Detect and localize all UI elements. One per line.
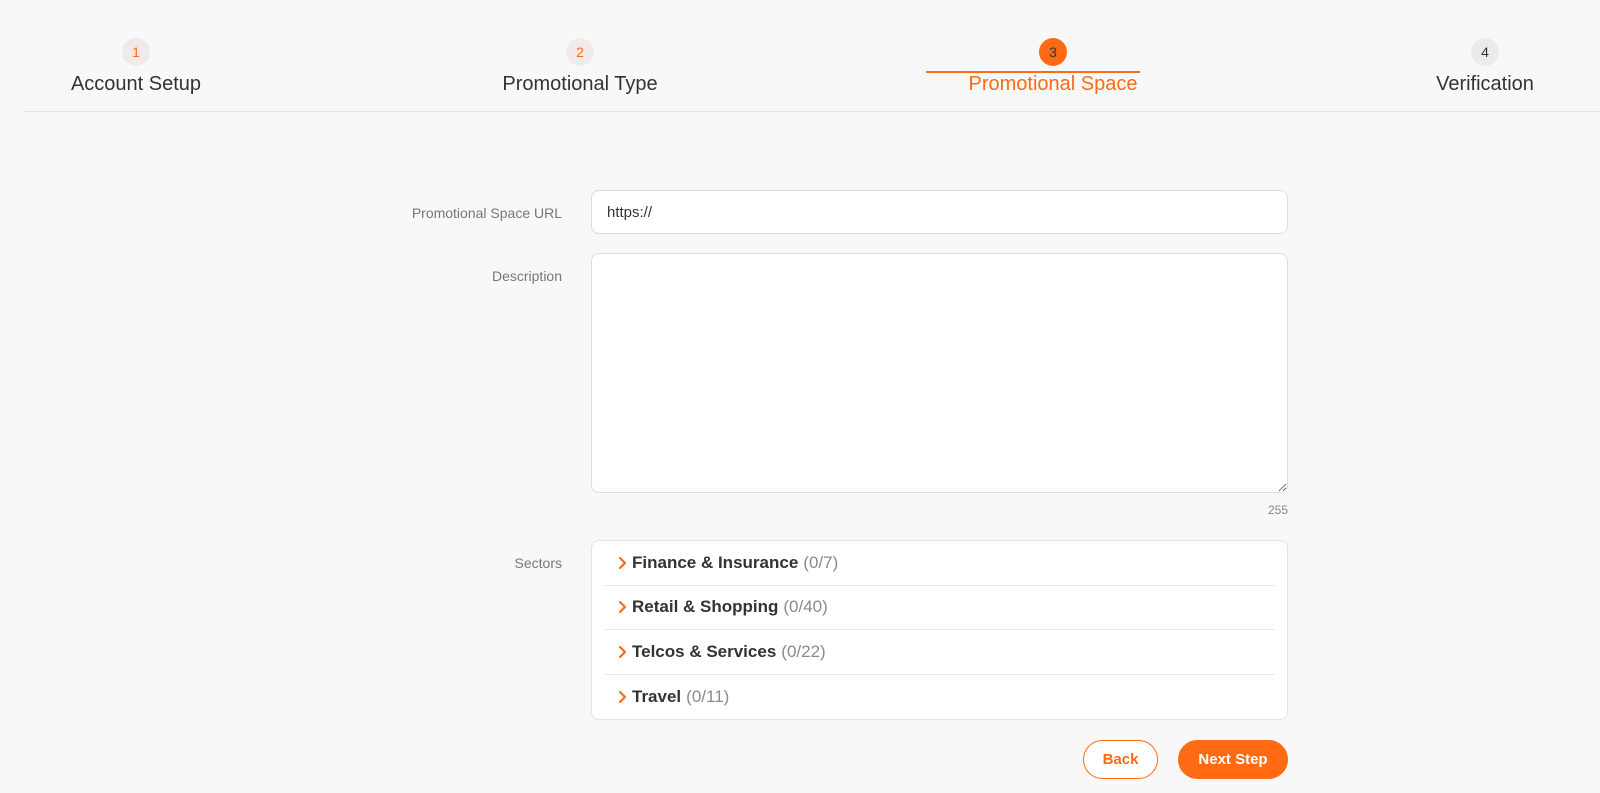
chevron-right-icon: [616, 645, 628, 659]
active-step-underline: [926, 71, 1140, 73]
step-label: Promotional Type: [502, 73, 658, 95]
chevron-right-icon: [616, 690, 628, 704]
chevron-right-icon: [616, 556, 628, 570]
step-account-setup[interactable]: 1 Account Setup: [16, 38, 256, 96]
sector-item-travel[interactable]: Travel (0/11): [604, 675, 1275, 720]
step-promotional-type[interactable]: 2 Promotional Type: [460, 38, 700, 96]
step-number: 1: [122, 38, 150, 66]
description-label: Description: [491, 268, 562, 284]
sector-count: (0/7): [803, 552, 839, 572]
sectors-list: Finance & Insurance (0/7) Retail & Shopp…: [591, 540, 1288, 720]
promotional-space-url-input[interactable]: [591, 190, 1288, 234]
sector-name: Finance & Insurance: [632, 552, 799, 572]
step-number: 4: [1471, 38, 1499, 66]
sector-count: (0/11): [686, 686, 730, 706]
step-promotional-space[interactable]: 3 Promotional Space: [933, 38, 1173, 96]
wizard-stepper: 1 Account Setup 2 Promotional Type 3 Pro…: [24, 0, 1600, 112]
sector-item-retail-shopping[interactable]: Retail & Shopping (0/40): [604, 586, 1275, 630]
sector-name: Travel: [632, 686, 682, 706]
sector-count: (0/22): [781, 641, 826, 661]
step-label: Verification: [1436, 73, 1534, 95]
step-number: 2: [566, 38, 594, 66]
url-label: Promotional Space URL: [411, 205, 562, 221]
sector-name: Retail & Shopping: [632, 597, 779, 617]
step-number: 3: [1039, 38, 1067, 66]
sector-item-telcos-services[interactable]: Telcos & Services (0/22): [604, 630, 1275, 675]
chevron-right-icon: [616, 600, 628, 614]
step-label: Promotional Space: [968, 73, 1138, 95]
description-char-count: 255: [1267, 503, 1288, 517]
sector-item-finance-insurance[interactable]: Finance & Insurance (0/7): [604, 541, 1275, 586]
step-verification[interactable]: 4 Verification: [1365, 38, 1600, 96]
back-button[interactable]: Back: [1083, 740, 1158, 779]
sector-count: (0/40): [783, 597, 828, 617]
sectors-label: Sectors: [514, 555, 562, 571]
step-label: Account Setup: [70, 73, 202, 95]
sector-name: Telcos & Services: [632, 641, 777, 661]
next-step-button[interactable]: Next Step: [1178, 740, 1288, 779]
description-textarea[interactable]: [591, 253, 1288, 493]
